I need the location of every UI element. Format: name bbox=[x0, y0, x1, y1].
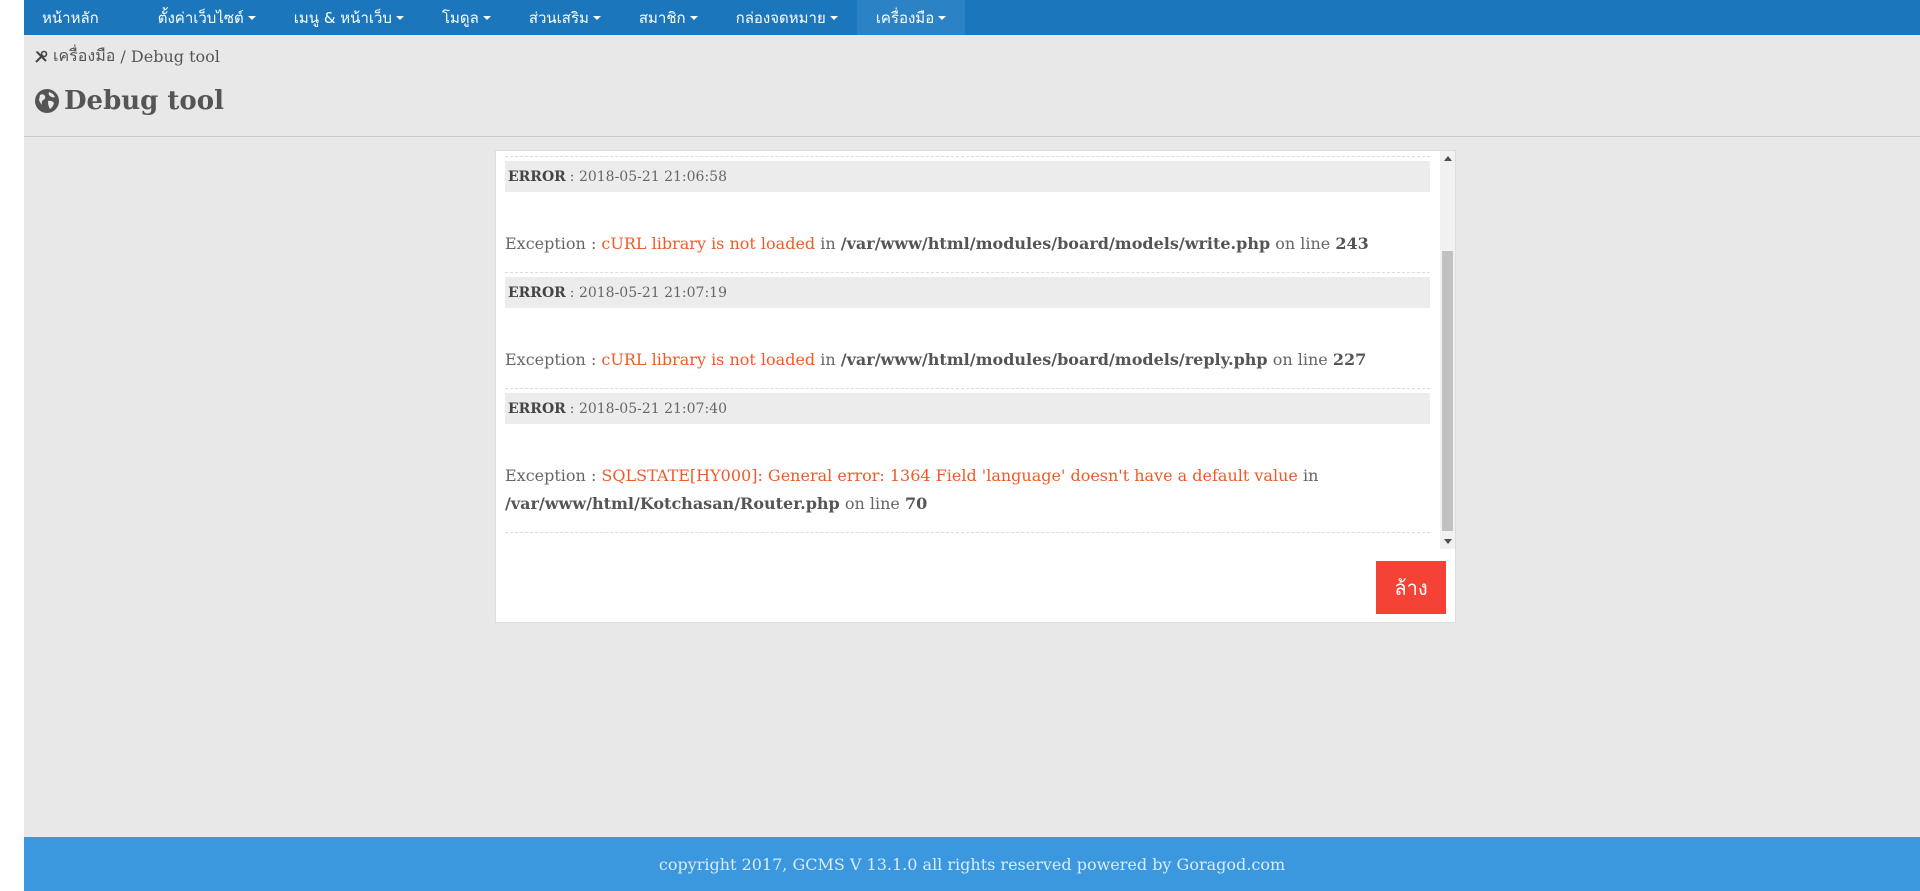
nav-item-home[interactable]: หน้าหลัก bbox=[24, 0, 139, 35]
log-in: in bbox=[815, 234, 841, 253]
nav-item-extensions[interactable]: ส่วนเสริม bbox=[510, 0, 620, 35]
log-level: ERROR bbox=[508, 284, 566, 301]
log-level: ERROR bbox=[508, 400, 566, 417]
nav-item-label: กล่องจดหมาย bbox=[735, 8, 826, 27]
nav-item-mailbox[interactable]: กล่องจดหมาย bbox=[717, 0, 857, 35]
log-line: 227 bbox=[1332, 350, 1367, 369]
nav-item-label: ตั้งค่าเว็บไซต์ bbox=[157, 8, 244, 27]
log-online: on line bbox=[839, 494, 905, 513]
log-entry-header: ERROR : 2018-05-21 21:06:58 bbox=[505, 161, 1430, 192]
log-entry-header: ERROR : 2018-05-21 21:07:19 bbox=[505, 277, 1430, 308]
caret-down-icon bbox=[482, 15, 491, 20]
page-title-text: Debug tool bbox=[64, 86, 224, 116]
log-in: in bbox=[815, 350, 841, 369]
scroll-down-arrow-icon[interactable] bbox=[1440, 534, 1455, 549]
log-message: cURL library is not loaded bbox=[601, 350, 816, 369]
log-timestamp: : 2018-05-21 21:07:40 bbox=[569, 400, 727, 417]
log-message: SQLSTATE[HY000]: General error: 1364 Fie… bbox=[601, 466, 1298, 485]
log-entry: ERROR : 2018-05-21 21:07:19 Exception : … bbox=[505, 272, 1430, 388]
log-entry-body: Exception : cURL library is not loaded i… bbox=[505, 192, 1430, 272]
page-title: Debug tool bbox=[34, 86, 224, 116]
log-message: cURL library is not loaded bbox=[601, 234, 816, 253]
log-online: on line bbox=[1270, 234, 1336, 253]
nav-item-members[interactable]: สมาชิก bbox=[620, 0, 717, 35]
tools-icon bbox=[35, 50, 48, 63]
breadcrumb-link-tools[interactable]: เครื่องมือ bbox=[53, 44, 115, 69]
log-entry-header: ERROR : 2018-05-21 21:07:40 bbox=[505, 393, 1430, 424]
log-prefix: Exception : bbox=[505, 466, 602, 485]
log-file: /var/www/html/modules/board/models/write… bbox=[840, 234, 1271, 253]
log-prefix: Exception : bbox=[505, 350, 602, 369]
scroll-up-arrow-icon[interactable] bbox=[1440, 151, 1455, 166]
caret-down-icon bbox=[395, 15, 404, 20]
divider bbox=[24, 136, 1920, 137]
caret-down-icon bbox=[247, 15, 256, 20]
log-timestamp: : 2018-05-21 21:06:58 bbox=[569, 168, 727, 185]
breadcrumb: เครื่องมือ / Debug tool bbox=[34, 44, 220, 69]
log-online: on line bbox=[1267, 350, 1333, 369]
admin-page: หน้าหลัก ตั้งค่าเว็บไซต์ เมนู & หน้าเว็บ… bbox=[24, 0, 1920, 891]
nav-item-label: หน้าหลัก bbox=[42, 8, 99, 27]
nav-item-site-settings[interactable]: ตั้งค่าเว็บไซต์ bbox=[139, 0, 275, 35]
breadcrumb-separator: / bbox=[115, 47, 131, 66]
log-end-divider bbox=[505, 532, 1430, 533]
globe-icon bbox=[35, 89, 59, 113]
log-entry: ERROR : 2018-05-21 21:06:58 Exception : … bbox=[505, 156, 1430, 272]
scrollbar-thumb[interactable] bbox=[1442, 251, 1453, 531]
clear-button[interactable]: ล้าง bbox=[1376, 561, 1446, 614]
caret-down-icon bbox=[592, 15, 601, 20]
log-prefix: Exception : bbox=[505, 234, 602, 253]
nav-item-label: เครื่องมือ bbox=[875, 8, 935, 27]
vertical-scrollbar[interactable] bbox=[1440, 151, 1455, 549]
log-file: /var/www/html/modules/board/models/reply… bbox=[840, 350, 1268, 369]
nav-item-label: สมาชิก bbox=[638, 8, 686, 27]
debug-panel: ERROR : 2018-05-21 21:06:58 Exception : … bbox=[495, 150, 1456, 623]
log-list: ERROR : 2018-05-21 21:06:58 Exception : … bbox=[505, 151, 1430, 533]
log-entry: ERROR : 2018-05-21 21:07:40 Exception : … bbox=[505, 388, 1430, 532]
nav-item-menus-pages[interactable]: เมนู & หน้าเว็บ bbox=[275, 0, 423, 35]
caret-down-icon bbox=[938, 15, 947, 20]
footer: copyright 2017, GCMS V 13.1.0 all rights… bbox=[24, 837, 1920, 891]
log-entry-body: Exception : cURL library is not loaded i… bbox=[505, 308, 1430, 388]
log-level: ERROR bbox=[508, 168, 566, 185]
nav-item-label: ส่วนเสริม bbox=[528, 8, 589, 27]
caret-down-icon bbox=[829, 15, 838, 20]
breadcrumb-current: Debug tool bbox=[130, 47, 220, 66]
log-file: /var/www/html/Kotchasan/Router.php bbox=[505, 494, 840, 513]
footer-copyright: copyright 2017, GCMS V 13.1.0 all rights… bbox=[658, 854, 1286, 874]
log-line: 70 bbox=[904, 494, 928, 513]
caret-down-icon bbox=[689, 15, 698, 20]
nav-item-tools[interactable]: เครื่องมือ bbox=[856, 0, 966, 35]
nav-item-label: เมนู & หน้าเว็บ bbox=[293, 8, 392, 27]
log-entry-body: Exception : SQLSTATE[HY000]: General err… bbox=[505, 424, 1430, 532]
nav-item-modules[interactable]: โมดูล bbox=[423, 0, 510, 35]
nav-item-label: โมดูล bbox=[441, 8, 479, 27]
main-nav: หน้าหลัก ตั้งค่าเว็บไซต์ เมนู & หน้าเว็บ… bbox=[24, 0, 1920, 35]
log-timestamp: : 2018-05-21 21:07:19 bbox=[569, 284, 727, 301]
log-in: in bbox=[1297, 466, 1319, 485]
log-line: 243 bbox=[1335, 234, 1369, 253]
debug-log[interactable]: ERROR : 2018-05-21 21:06:58 Exception : … bbox=[496, 151, 1441, 549]
